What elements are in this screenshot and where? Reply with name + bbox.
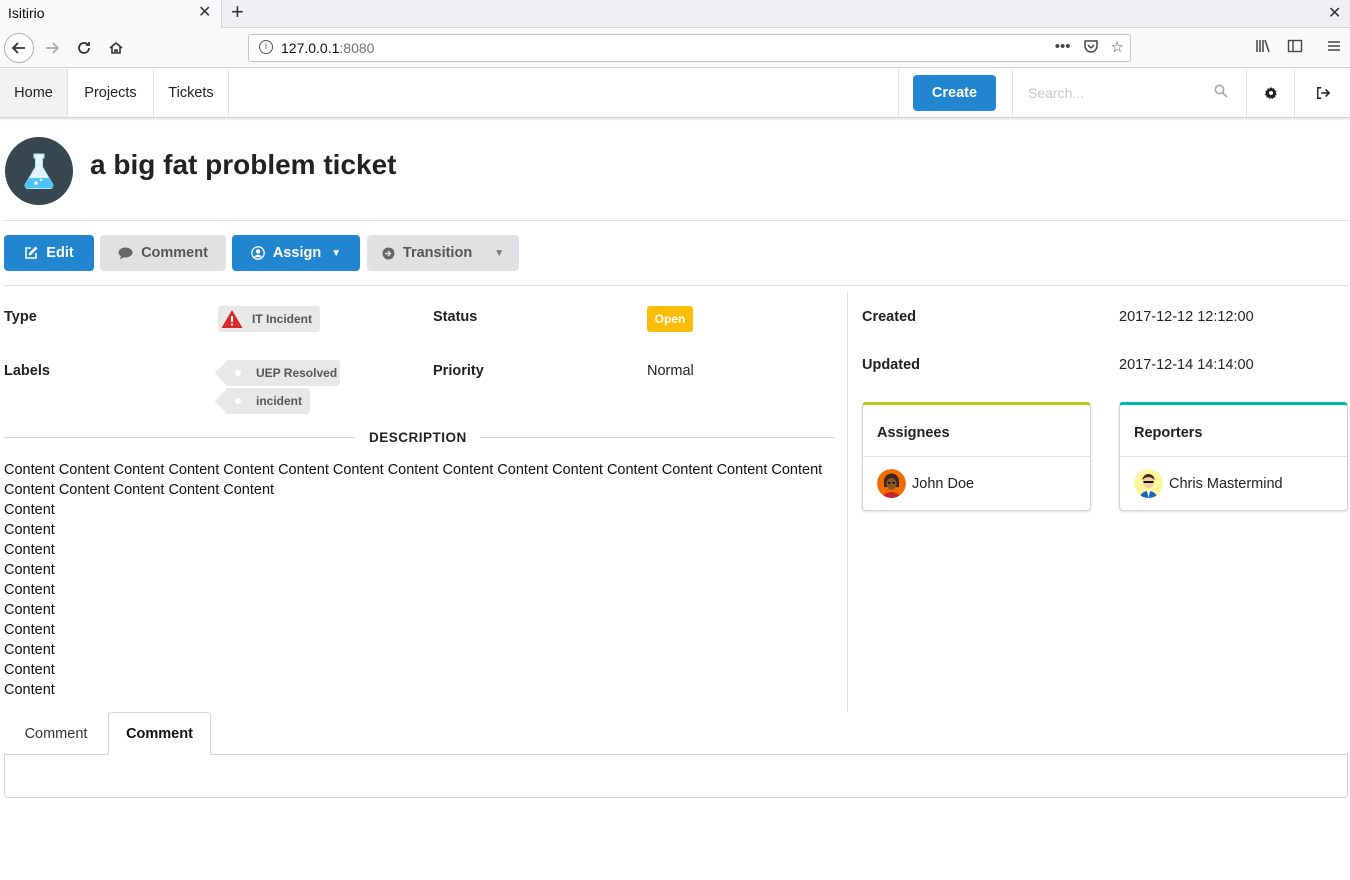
edit-button[interactable]: Edit xyxy=(4,235,94,271)
comment-tab-panel[interactable] xyxy=(4,754,1348,798)
logout-icon[interactable] xyxy=(1294,69,1350,117)
reporters-heading: Reporters xyxy=(1134,425,1203,441)
url-actions: ••• ☆ xyxy=(1055,38,1124,58)
reporter-item[interactable]: Chris Mastermind xyxy=(1134,469,1283,498)
nav-home[interactable]: Home xyxy=(0,69,68,117)
tab-comment-active[interactable]: Comment xyxy=(108,712,211,755)
close-window-icon[interactable]: ✕ xyxy=(1328,3,1341,23)
assignee-item[interactable]: John Doe xyxy=(877,469,974,498)
divider xyxy=(863,456,1090,457)
transition-label: Transition xyxy=(402,245,473,261)
new-tab-icon[interactable]: + xyxy=(231,1,244,23)
updated-value: 2017-12-14 14:14:00 xyxy=(1119,357,1254,373)
browser-tab[interactable]: Isitirio ✕ xyxy=(0,0,222,28)
user-circle-icon xyxy=(251,246,265,260)
home-icon[interactable] xyxy=(102,34,130,62)
info-icon[interactable]: i xyxy=(259,40,273,54)
more-icon[interactable]: ••• xyxy=(1055,38,1071,58)
updated-label: Updated xyxy=(862,357,920,373)
library-icon[interactable] xyxy=(1255,38,1271,58)
settings-gear-icon[interactable] xyxy=(1246,69,1294,117)
app-header: Home Projects Tickets Create xyxy=(0,69,1350,118)
ticket-title: a big fat problem ticket xyxy=(90,149,397,180)
browser-tab-title: Isitirio xyxy=(8,5,45,21)
nav-projects[interactable]: Projects xyxy=(68,69,154,117)
reporters-card: Reporters Chris Mastermind xyxy=(1119,402,1348,511)
description-heading: DESCRIPTION xyxy=(369,430,467,445)
avatar xyxy=(1134,469,1163,498)
description-line: Content xyxy=(4,522,55,538)
pocket-icon[interactable] xyxy=(1083,38,1099,58)
assign-button[interactable]: Assign ▼ xyxy=(232,235,360,271)
forward-icon[interactable] xyxy=(38,34,66,62)
assignee-name: John Doe xyxy=(912,475,975,492)
description-line: Content xyxy=(4,682,55,698)
warning-icon xyxy=(221,310,243,328)
avatar xyxy=(877,469,906,498)
labels-label: Labels xyxy=(4,363,50,379)
assignees-card: Assignees John Doe xyxy=(862,402,1091,511)
hamburger-menu-icon[interactable] xyxy=(1326,38,1342,58)
browser-tab-strip: Isitirio ✕ + ✕ xyxy=(0,0,1350,28)
back-icon[interactable] xyxy=(4,33,34,63)
assign-label: Assign xyxy=(272,245,322,261)
label-tag[interactable]: incident xyxy=(226,388,310,414)
nav-tickets[interactable]: Tickets xyxy=(154,69,229,117)
divider xyxy=(4,437,355,438)
created-value: 2017-12-12 12:12:00 xyxy=(1119,309,1254,325)
divider xyxy=(4,220,1348,221)
column-separator xyxy=(847,292,848,712)
divider xyxy=(1120,456,1347,457)
project-avatar xyxy=(5,137,73,205)
browser-toolbar: i 127.0.0.1:8080 ••• ☆ xyxy=(0,28,1350,68)
comment-label: Comment xyxy=(141,245,208,261)
assignees-heading: Assignees xyxy=(877,425,950,441)
caret-down-icon: ▼ xyxy=(331,247,342,259)
priority-label: Priority xyxy=(433,363,484,379)
description-body: Content Content Content Content Content … xyxy=(4,460,834,700)
speech-bubble-icon xyxy=(118,247,133,259)
description-line: Content xyxy=(4,582,55,598)
description-line: Content xyxy=(4,602,55,618)
status-badge: Open xyxy=(647,306,693,332)
divider xyxy=(481,437,834,438)
description-line: Content xyxy=(4,622,55,638)
edit-icon xyxy=(25,246,38,259)
flask-icon xyxy=(24,153,54,189)
type-badge: IT Incident xyxy=(218,306,320,332)
divider xyxy=(4,285,1348,286)
search-icon[interactable] xyxy=(1214,84,1228,102)
created-label: Created xyxy=(862,309,916,325)
transition-button[interactable]: Transition ▼ xyxy=(367,235,519,271)
description-line: Content xyxy=(4,642,55,658)
url-bar[interactable]: i 127.0.0.1:8080 ••• ☆ xyxy=(248,34,1131,62)
description-line: Content xyxy=(4,502,55,518)
comment-button[interactable]: Comment xyxy=(100,235,226,271)
description-line: Content Content Content Content Content … xyxy=(4,462,823,498)
sidebar-icon[interactable] xyxy=(1287,38,1303,58)
priority-value: Normal xyxy=(647,363,694,379)
description-line: Content xyxy=(4,562,55,578)
label-tag[interactable]: UEP Resolved xyxy=(226,360,340,386)
description-line: Content xyxy=(4,662,55,678)
reporter-name: Chris Mastermind xyxy=(1169,475,1283,492)
arrow-circle-icon xyxy=(382,247,395,259)
create-button[interactable]: Create xyxy=(913,75,996,111)
close-tab-icon[interactable]: ✕ xyxy=(198,4,211,22)
description-line: Content xyxy=(4,542,55,558)
reload-icon[interactable] xyxy=(70,34,98,62)
type-label: Type xyxy=(4,309,37,325)
type-value: IT Incident xyxy=(252,312,312,326)
tab-comment[interactable]: Comment xyxy=(4,712,108,755)
edit-label: Edit xyxy=(46,245,74,261)
search-input[interactable] xyxy=(1014,75,1214,111)
url-text: 127.0.0.1:8080 xyxy=(281,40,375,56)
status-label: Status xyxy=(433,309,478,325)
caret-down-icon: ▼ xyxy=(494,247,505,259)
bookmark-star-icon[interactable]: ☆ xyxy=(1111,38,1124,58)
